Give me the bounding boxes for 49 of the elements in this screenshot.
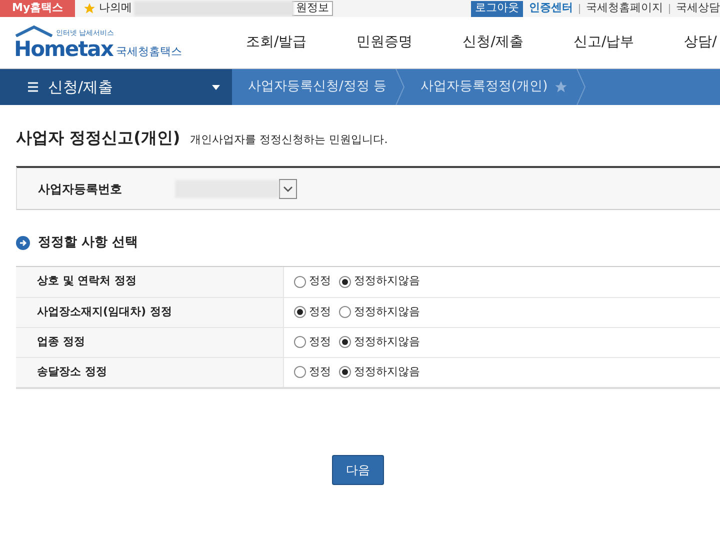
field-label: 사업자등록번호 <box>38 180 123 198</box>
menu-icon <box>28 82 38 92</box>
radio-label[interactable]: 정정하지않음 <box>354 304 420 320</box>
caret-icon <box>212 84 220 90</box>
my-menu-link[interactable]: 나의메 <box>99 0 132 17</box>
item-label: 사업장소재지(임대차) 정정 <box>37 304 172 320</box>
chevron-down-icon <box>283 186 293 192</box>
breadcrumb-item[interactable]: 사업자등록정정(개인) <box>420 77 548 97</box>
item-label: 업종 정정 <box>37 334 85 350</box>
radio-label[interactable]: 정정하지않음 <box>354 334 420 350</box>
next-button[interactable]: 다음 <box>332 454 384 484</box>
page-description: 개인사업자를 정정신청하는 민원입니다. <box>190 132 388 148</box>
radio-button[interactable] <box>294 366 306 378</box>
star-icon[interactable] <box>554 80 568 94</box>
top-link[interactable]: 인증센터 <box>529 0 573 17</box>
radio-label[interactable]: 정정 <box>309 304 331 320</box>
main-nav-item[interactable]: 조회/발급 <box>246 32 307 53</box>
radio-button[interactable] <box>339 336 351 348</box>
member-info-button[interactable]: 원정보 <box>292 1 334 16</box>
radio-button[interactable] <box>294 306 306 318</box>
main-nav-item[interactable]: 민원증명 <box>356 32 413 53</box>
main-nav-item[interactable]: 신고/납부 <box>573 32 634 53</box>
breadcrumb-item[interactable]: 사업자등록신청/정정 등 <box>248 77 387 97</box>
radio-button[interactable] <box>339 276 351 288</box>
radio-label[interactable]: 정정하지않음 <box>354 364 420 380</box>
main-nav-item[interactable]: 상담/ <box>684 32 717 53</box>
radio-label[interactable]: 정정 <box>309 334 331 350</box>
chevron-icon <box>576 69 586 105</box>
top-link[interactable]: 국세상담 <box>676 0 720 17</box>
page-title: 사업자 정정신고(개인) <box>16 127 180 149</box>
radio-button[interactable] <box>294 276 306 288</box>
my-hometax-tab[interactable]: My홈택스 <box>0 0 76 17</box>
main-nav-item[interactable]: 신청/제출 <box>462 32 524 53</box>
logout-button[interactable]: 로그아웃 <box>471 0 523 16</box>
radio-label[interactable]: 정정 <box>309 273 331 290</box>
star-icon <box>83 2 96 15</box>
radio-button[interactable] <box>339 306 351 318</box>
top-link[interactable]: 국세청홈페이지 <box>586 0 663 17</box>
chevron-icon <box>394 69 405 105</box>
item-label: 송달장소 정정 <box>37 364 107 380</box>
radio-label[interactable]: 정정하지않음 <box>354 273 420 290</box>
section-title: 정정할 사항 선택 <box>38 234 138 252</box>
arrow-circle-icon <box>16 236 30 250</box>
menu-dropdown[interactable]: 신청/제출 <box>0 69 232 105</box>
registration-select[interactable] <box>175 178 297 198</box>
item-label: 상호 및 연락처 정정 <box>37 273 136 290</box>
radio-button[interactable] <box>294 336 306 348</box>
radio-label[interactable]: 정정 <box>309 364 331 380</box>
radio-button[interactable] <box>339 366 351 378</box>
